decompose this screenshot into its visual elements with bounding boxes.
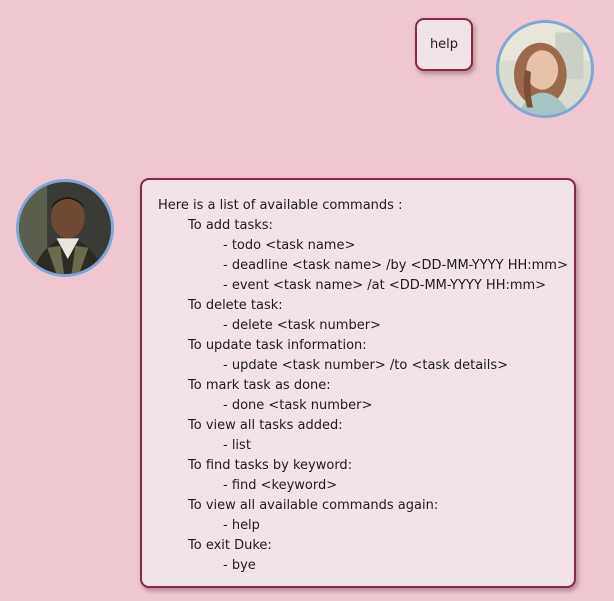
bot-message-bubble: Here is a list of available commands : To…	[140, 178, 576, 588]
bot-message-line: - done <task number>	[223, 398, 373, 413]
user-avatar	[496, 20, 594, 118]
user-avatar-image	[499, 23, 591, 115]
bot-avatar-image	[19, 182, 111, 274]
bot-message-line: - event <task name> /at <DD-MM-YYYY HH:m…	[223, 278, 547, 293]
user-message-bubble: help	[415, 18, 473, 71]
bot-message-line: To delete task:	[188, 298, 283, 313]
bot-message-line: To mark task as done:	[188, 378, 331, 393]
bot-message-text: Here is a list of available commands : To…	[158, 196, 574, 576]
bot-message-line: To find tasks by keyword:	[188, 458, 353, 473]
bot-message-line: - list	[223, 438, 251, 453]
bot-message-line: - find <keyword>	[223, 478, 338, 493]
bot-message-line: To add tasks:	[188, 218, 273, 233]
bot-message-line: - update <task number> /to <task details…	[223, 358, 509, 373]
bot-message-line: To exit Duke:	[188, 538, 272, 553]
bot-message-line: - help	[223, 518, 260, 533]
bot-message-line: Here is a list of available commands :	[158, 198, 403, 213]
bot-message-line: - delete <task number>	[223, 318, 381, 333]
bot-message-line: To update task information:	[188, 338, 367, 353]
bot-message-line: To view all available commands again:	[188, 498, 439, 513]
user-message-text: help	[429, 37, 459, 52]
bot-message-line: - deadline <task name> /by <DD-MM-YYYY H…	[223, 258, 568, 273]
bot-avatar	[16, 179, 114, 277]
bot-message-line: - todo <task name>	[223, 238, 356, 253]
bot-message-line: To view all tasks added:	[188, 418, 343, 433]
bot-message-line: - bye	[223, 558, 256, 573]
